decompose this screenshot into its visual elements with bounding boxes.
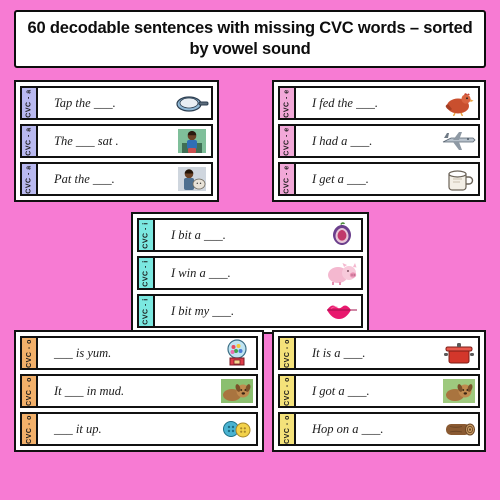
vowel-tab: CVC - o <box>280 414 296 444</box>
vowel-tab-label: CVC - i <box>142 259 150 287</box>
vowel-tab: CVC - i <box>139 296 155 326</box>
vowel-tab-label: CVC - o <box>25 414 33 444</box>
dog-icon <box>440 376 478 406</box>
vowel-tab: CVC - o <box>280 338 296 368</box>
card-group-i: CVC - i I bit a ___. CVC - i I win a ___… <box>131 212 369 334</box>
card-group-u: CVC - o It is a ___. CVC - o I got a ___… <box>272 330 486 452</box>
page-title: 60 decodable sentences with missing CVC … <box>27 19 473 58</box>
sentence-strip[interactable]: CVC - i I win a ___. <box>137 256 363 290</box>
sentence-text: I get a ___. <box>312 171 369 186</box>
dog-icon <box>218 376 256 406</box>
sentence-text: I fed the ___. <box>312 95 378 110</box>
sentence-text: ___ is yum. <box>54 345 112 360</box>
child-with-cat-icon <box>173 164 211 194</box>
sentence-text: I win a ___. <box>171 265 231 280</box>
sentence-strip[interactable]: CVC - i I bit my ___. <box>137 294 363 328</box>
sentence-text: It ___ in mud. <box>54 383 125 398</box>
vowel-tab-label: CVC - a <box>25 126 33 156</box>
vowel-tab-label: CVC - e <box>283 164 291 194</box>
sentence-strip[interactable]: CVC - a The ___ sat . <box>20 124 213 158</box>
sentence-strip[interactable]: CVC - e I had a ___. <box>278 124 480 158</box>
sentence-strip[interactable]: CVC - i I bit a ___. <box>137 218 363 252</box>
vowel-tab: CVC - o <box>22 338 38 368</box>
sentence-strip[interactable]: CVC - o It ___ in mud. <box>20 374 258 408</box>
sentence-text: I bit a ___. <box>171 227 226 242</box>
hen-icon <box>440 88 478 118</box>
button-icon <box>218 414 256 444</box>
sentence-strip[interactable]: CVC - e I get a ___. <box>278 162 480 196</box>
lips-icon <box>323 296 361 326</box>
vowel-tab: CVC - e <box>280 126 296 156</box>
vowel-tab: CVC - o <box>22 414 38 444</box>
vowel-tab: CVC - e <box>280 164 296 194</box>
vowel-tab: CVC - a <box>22 164 38 194</box>
vowel-tab-label: CVC - i <box>142 221 150 249</box>
sentence-text: ___ it up. <box>54 421 102 436</box>
sentence-text: It is a ___. <box>312 345 366 360</box>
vowel-tab-label: CVC - e <box>283 88 291 118</box>
sentence-strip[interactable]: CVC - a Pat the ___. <box>20 162 213 196</box>
vowel-tab-label: CVC - i <box>142 297 150 325</box>
card-group-e: CVC - e I fed the ___. CVC - e I had a _ <box>272 80 486 202</box>
sentence-text: Hop on a ___. <box>312 421 384 436</box>
sentence-strip[interactable]: CVC - a Tap the ___. <box>20 86 213 120</box>
vowel-tab: CVC - i <box>139 258 155 288</box>
jet-icon <box>440 126 478 156</box>
vowel-tab: CVC - e <box>280 88 296 118</box>
sentence-strip[interactable]: CVC - o It is a ___. <box>278 336 480 370</box>
vowel-tab-label: CVC - a <box>25 164 33 194</box>
worksheet-page: 60 decodable sentences with missing CVC … <box>0 0 500 500</box>
sentence-text: Tap the ___. <box>54 95 116 110</box>
vowel-tab-label: CVC - o <box>25 376 33 406</box>
card-group-a: CVC - a Tap the ___. CVC - a The ___ sat… <box>14 80 219 202</box>
sentence-strip[interactable]: CVC - o Hop on a ___. <box>278 412 480 446</box>
sentence-text: I had a ___. <box>312 133 373 148</box>
vowel-tab-label: CVC - a <box>25 88 33 118</box>
vowel-tab: CVC - i <box>139 220 155 250</box>
gumball-machine-icon <box>218 338 256 368</box>
vowel-tab: CVC - a <box>22 88 38 118</box>
sentence-strip[interactable]: CVC - o ___ is yum. <box>20 336 258 370</box>
sentence-strip[interactable]: CVC - o I got a ___. <box>278 374 480 408</box>
frying-pan-icon <box>173 88 211 118</box>
sentence-strip[interactable]: CVC - e I fed the ___. <box>278 86 480 120</box>
vowel-tab-label: CVC - e <box>283 126 291 156</box>
sentence-text: Pat the ___. <box>54 171 115 186</box>
title-banner: 60 decodable sentences with missing CVC … <box>14 10 486 68</box>
vowel-tab-label: CVC - o <box>283 376 291 406</box>
card-group-o: CVC - o ___ is yum. CVC - o It ___ in mu… <box>14 330 264 452</box>
vowel-tab-label: CVC - o <box>283 338 291 368</box>
sentence-text: I bit my ___. <box>171 303 235 318</box>
sentence-text: I got a ___. <box>312 383 370 398</box>
pot-icon <box>440 338 478 368</box>
log-icon <box>440 414 478 444</box>
sentence-text: The ___ sat . <box>54 133 119 148</box>
sentence-strip[interactable]: CVC - o ___ it up. <box>20 412 258 446</box>
mug-of-milk-icon <box>440 164 478 194</box>
vowel-tab: CVC - o <box>280 376 296 406</box>
vowel-tab-label: CVC - o <box>25 338 33 368</box>
boy-sitting-icon <box>173 126 211 156</box>
vowel-tab: CVC - a <box>22 126 38 156</box>
fig-icon <box>323 220 361 250</box>
vowel-tab-label: CVC - o <box>283 414 291 444</box>
pig-icon <box>323 258 361 288</box>
vowel-tab: CVC - o <box>22 376 38 406</box>
